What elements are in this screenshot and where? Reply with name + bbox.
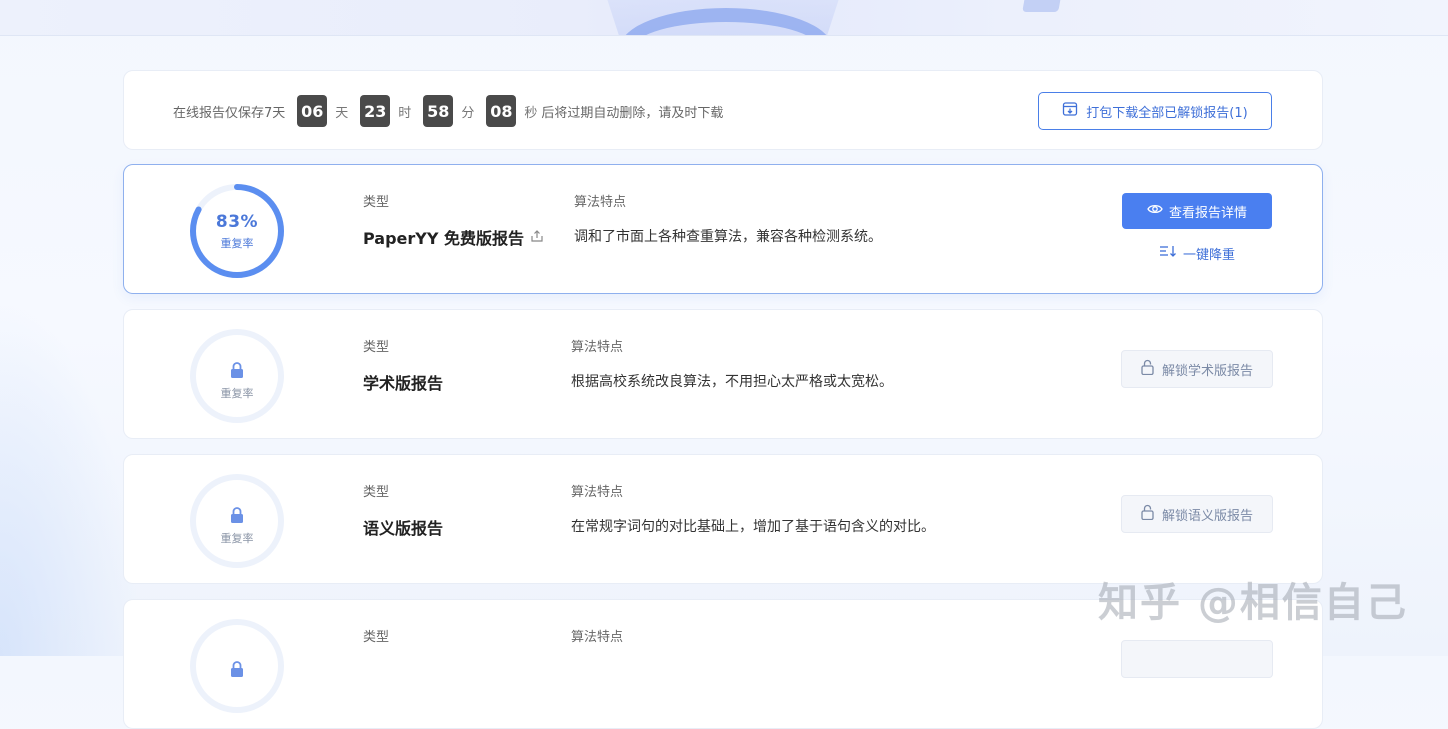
countdown-days-unit: 天 — [335, 105, 349, 121]
unlock-semantic-report-button[interactable]: 解锁语义版报告 — [1121, 495, 1273, 533]
countdown-seconds: 08 — [486, 95, 517, 127]
unlock-icon — [1141, 359, 1154, 379]
expiry-notice-card: 在线报告仅保存7天 06 天 23 时 58 分 08 秒 后将过期自动删除，请… — [123, 70, 1323, 150]
lock-icon — [230, 661, 244, 681]
countdown-hours: 23 — [360, 95, 391, 127]
view-report-details-label: 查看报告详情 — [1168, 205, 1247, 221]
view-report-details-button[interactable]: 查看报告详情 — [1122, 193, 1272, 229]
algo-description: 在常规字词句的对比基础上，增加了基于语句含义的对比。 — [571, 519, 935, 535]
report-type-text: PaperYY 免费版报告 — [363, 229, 525, 248]
type-label: 类型 — [363, 195, 390, 210]
report-type-title: 语义版报告 — [363, 519, 444, 538]
type-label: 类型 — [363, 630, 390, 645]
algo-label: 算法特点 — [571, 630, 624, 645]
banner-cube-decoration — [1022, 0, 1062, 12]
background-glow — [0, 300, 140, 656]
watermark: 知乎 @相信自己 — [1098, 580, 1408, 626]
type-label: 类型 — [363, 340, 390, 355]
unlock-report-button[interactable] — [1121, 640, 1273, 678]
sort-down-icon — [1159, 244, 1179, 262]
algo-description: 根据高校系统改良算法，不用担心太严格或太宽松。 — [571, 374, 893, 390]
countdown-minutes-unit: 分 — [461, 105, 475, 121]
notice-lead-text: 在线报告仅保存7天 — [173, 105, 286, 121]
countdown-hours-unit: 时 — [398, 105, 412, 121]
report-type-title: 学术版报告 — [363, 374, 444, 393]
duplicate-rate-gauge: 83% 重复率 — [188, 182, 286, 280]
duplicate-rate-label: 重复率 — [220, 236, 254, 250]
download-all-label: 打包下载全部已解锁报告(1) — [1086, 105, 1248, 121]
countdown-minutes: 58 — [423, 95, 454, 127]
unlock-academic-report-label: 解锁学术版报告 — [1161, 363, 1253, 379]
algo-label: 算法特点 — [571, 485, 624, 500]
unlock-semantic-report-label: 解锁语义版报告 — [1161, 508, 1253, 524]
duplicate-rate-value: 83% — [215, 211, 259, 232]
one-click-reduce-link[interactable]: 一键降重 — [1122, 243, 1272, 263]
report-card-free: 83% 重复率 类型 PaperYY 免费版报告 算法特点 调和了市面上各种查重… — [123, 164, 1323, 294]
unlock-icon — [1141, 504, 1154, 524]
notice-tail-text: 后将过期自动删除，请及时下载 — [541, 105, 724, 121]
top-banner — [0, 0, 1448, 36]
report-card-academic: 重复率 类型 学术版报告 算法特点 根据高校系统改良算法，不用担心太严格或太宽松… — [123, 309, 1323, 439]
share-icon[interactable] — [530, 228, 544, 247]
unlock-academic-report-button[interactable]: 解锁学术版报告 — [1121, 350, 1273, 388]
download-box-icon — [1062, 101, 1078, 121]
lock-icon — [230, 361, 244, 382]
algo-description: 调和了市面上各种查重算法，兼容各种检测系统。 — [574, 229, 882, 245]
duplicate-rate-gauge: 重复率 — [188, 472, 286, 570]
report-card-semantic: 重复率 类型 语义版报告 算法特点 在常规字词句的对比基础上，增加了基于语句含义… — [123, 454, 1323, 584]
one-click-reduce-label: 一键降重 — [1182, 247, 1235, 263]
report-type-title: PaperYY 免费版报告 — [363, 225, 544, 249]
duplicate-rate-label: 重复率 — [220, 531, 254, 545]
countdown-days: 06 — [297, 95, 328, 127]
countdown-row: 在线报告仅保存7天 06 天 23 时 58 分 08 秒 后将过期自动删除，请… — [173, 95, 723, 127]
algo-label: 算法特点 — [571, 340, 624, 355]
type-label: 类型 — [363, 485, 390, 500]
countdown-seconds-unit: 秒 — [524, 105, 538, 121]
eye-icon — [1147, 203, 1163, 219]
duplicate-rate-gauge — [188, 617, 286, 715]
algo-label: 算法特点 — [574, 195, 627, 210]
lock-icon — [230, 506, 244, 527]
duplicate-rate-gauge: 重复率 — [188, 327, 286, 425]
download-all-button[interactable]: 打包下载全部已解锁报告(1) — [1038, 92, 1272, 130]
duplicate-rate-label: 重复率 — [220, 386, 254, 400]
